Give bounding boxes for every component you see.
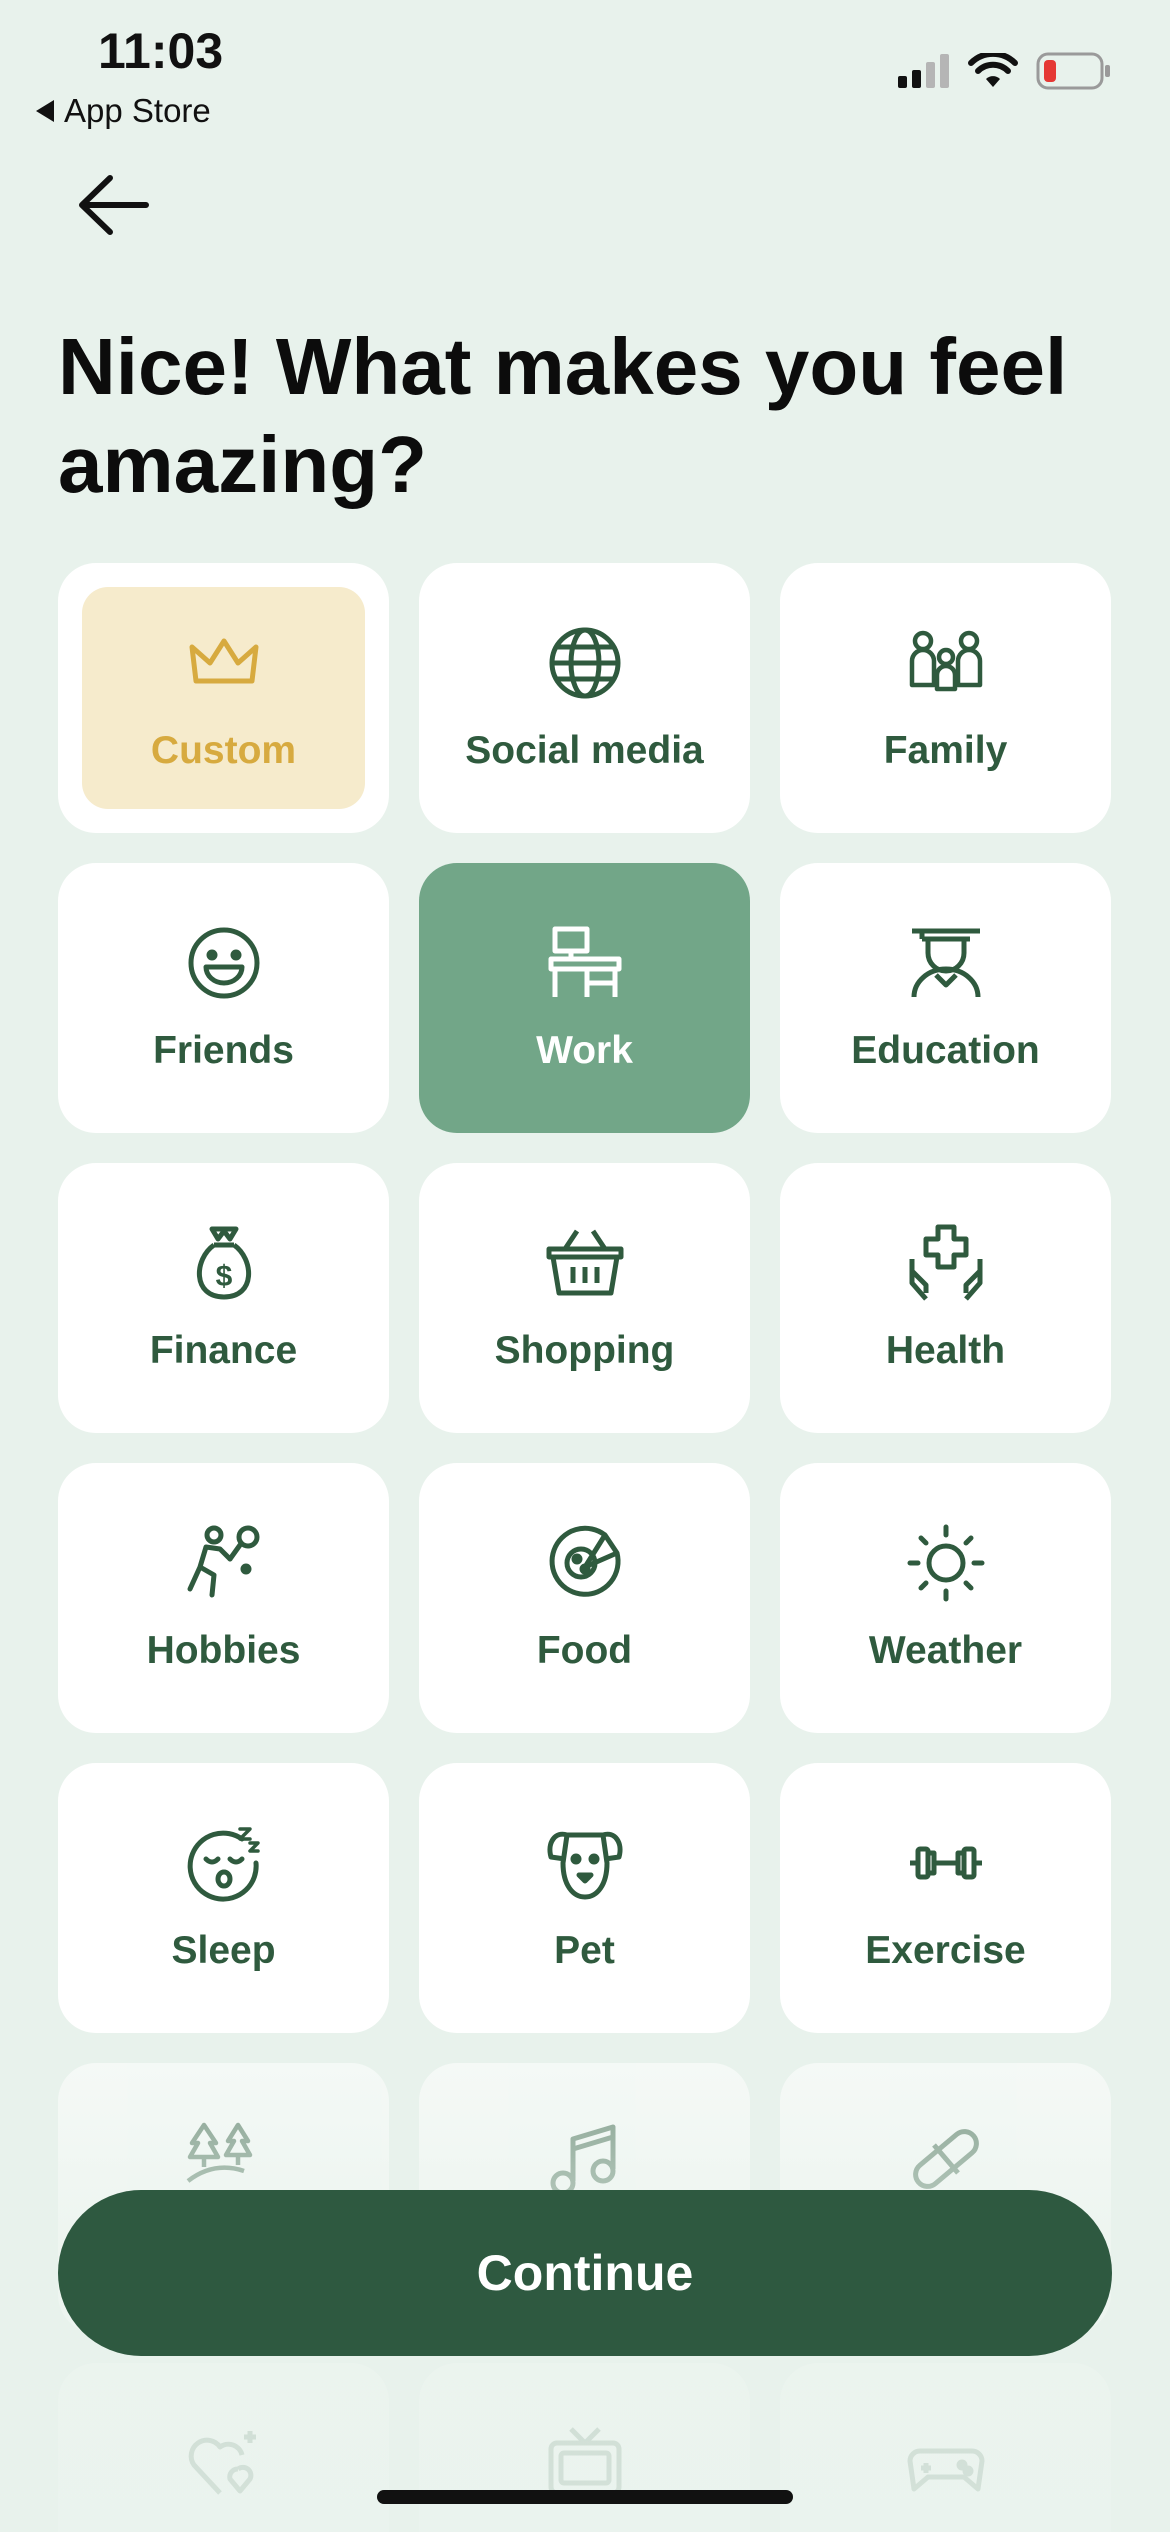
sleepy-face-icon bbox=[184, 1823, 264, 1903]
category-tile-education[interactable]: Education bbox=[780, 863, 1111, 1133]
category-label: Family bbox=[883, 729, 1008, 772]
custom-tile-inner: Custom bbox=[82, 587, 365, 809]
category-tile-custom[interactable]: Custom bbox=[58, 563, 389, 833]
category-label: Education bbox=[851, 1029, 1040, 1072]
back-app-label: App Store bbox=[64, 92, 211, 129]
battery-icon bbox=[1036, 52, 1110, 90]
svg-text:$: $ bbox=[215, 1260, 232, 1293]
crown-icon bbox=[184, 623, 264, 703]
category-tile-pet[interactable]: Pet bbox=[419, 1763, 750, 2033]
category-tile-family[interactable]: Family bbox=[780, 563, 1111, 833]
cellular-signal-icon bbox=[898, 54, 949, 88]
category-label: Custom bbox=[150, 729, 297, 772]
category-label: Sleep bbox=[171, 1929, 276, 1972]
category-tile-weather[interactable]: Weather bbox=[780, 1463, 1111, 1733]
money-bag-icon: $ bbox=[184, 1223, 264, 1303]
category-tile-tv[interactable] bbox=[419, 2363, 750, 2532]
category-label: Work bbox=[536, 1029, 633, 1072]
status-icons bbox=[898, 52, 1112, 90]
category-tile-food[interactable]: Food bbox=[419, 1463, 750, 1733]
category-label: Social media bbox=[465, 729, 704, 772]
smiley-icon bbox=[184, 923, 264, 1003]
category-label: Exercise bbox=[865, 1929, 1026, 1972]
family-icon bbox=[906, 623, 986, 703]
back-to-app-store[interactable]: App Store bbox=[36, 92, 211, 130]
status-bar: 11:03 App Store bbox=[0, 0, 1170, 150]
category-label: Hobbies bbox=[146, 1629, 301, 1672]
category-label: Weather bbox=[868, 1629, 1023, 1672]
category-label: Health bbox=[885, 1329, 1006, 1372]
pill-icon bbox=[906, 2119, 986, 2199]
wifi-icon bbox=[968, 53, 1018, 87]
tennis-player-icon bbox=[184, 1523, 264, 1603]
category-label: Pet bbox=[554, 1929, 615, 1972]
category-label: Friends bbox=[153, 1029, 294, 1072]
category-tile-shopping[interactable]: Shopping bbox=[419, 1163, 750, 1433]
health-hands-icon bbox=[906, 1223, 986, 1303]
basket-icon bbox=[545, 1223, 625, 1303]
category-label: Shopping bbox=[494, 1329, 675, 1372]
arrow-left-icon bbox=[79, 175, 149, 235]
category-tile-hobbies[interactable]: Hobbies bbox=[58, 1463, 389, 1733]
globe-icon bbox=[545, 623, 625, 703]
music-note-icon bbox=[545, 2119, 625, 2199]
desk-icon bbox=[545, 923, 625, 1003]
home-indicator[interactable] bbox=[377, 2490, 793, 2504]
sun-icon bbox=[906, 1523, 986, 1603]
category-label: Food bbox=[536, 1629, 633, 1672]
back-triangle-icon bbox=[36, 100, 54, 122]
continue-button[interactable]: Continue bbox=[58, 2190, 1112, 2356]
trees-icon bbox=[184, 2119, 264, 2199]
category-tile-sleep[interactable]: Sleep bbox=[58, 1763, 389, 2033]
back-button[interactable] bbox=[72, 170, 162, 240]
dumbbell-icon bbox=[906, 1823, 986, 1903]
category-tile-love[interactable] bbox=[58, 2363, 389, 2532]
page-title: Nice! What makes you feel amazing? bbox=[58, 322, 1068, 509]
heart-sparkle-icon bbox=[184, 2423, 264, 2503]
category-tile-health[interactable]: Health bbox=[780, 1163, 1111, 1433]
gamepad-icon bbox=[906, 2423, 986, 2503]
graduate-icon bbox=[906, 923, 986, 1003]
status-time: 11:03 bbox=[98, 23, 224, 79]
category-tile-friends[interactable]: Friends bbox=[58, 863, 389, 1133]
dog-icon bbox=[545, 1823, 625, 1903]
category-tile-social-media[interactable]: Social media bbox=[419, 563, 750, 833]
category-label: Finance bbox=[149, 1329, 298, 1372]
category-tile-work[interactable]: Work bbox=[419, 863, 750, 1133]
category-tile-exercise[interactable]: Exercise bbox=[780, 1763, 1111, 2033]
pizza-icon bbox=[545, 1523, 625, 1603]
category-tile-gaming[interactable] bbox=[780, 2363, 1111, 2532]
category-tile-finance[interactable]: $ Finance bbox=[58, 1163, 389, 1433]
